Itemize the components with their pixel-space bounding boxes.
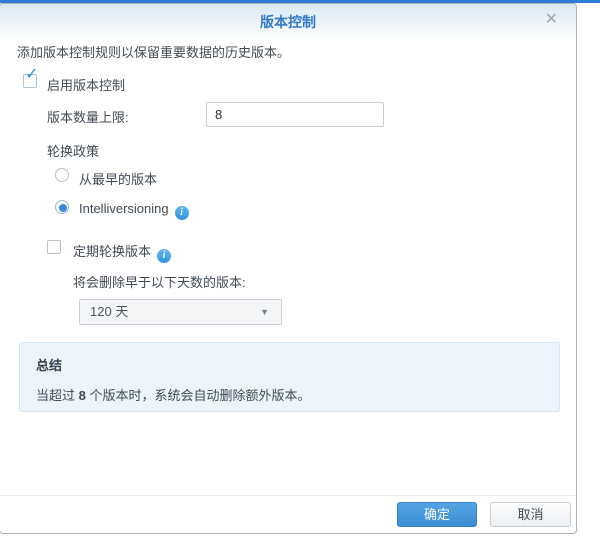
- version-control-dialog: 版本控制 ✕ 添加版本控制规则以保留重要数据的历史版本。 ✓ 启用版本控制 版本…: [0, 3, 577, 534]
- radio-selected-dot: [59, 204, 67, 212]
- chevron-down-icon: ▼: [260, 300, 269, 324]
- summary-text: 当超过 8 个版本时，系统会自动删除额外版本。: [36, 385, 543, 404]
- radio-intelliversioning-text: Intelliversioning: [79, 201, 169, 216]
- close-icon[interactable]: ✕: [545, 11, 558, 29]
- ok-button[interactable]: 确定: [397, 502, 477, 527]
- delete-older-label: 将会删除早于以下天数的版本:: [73, 272, 246, 291]
- page: 版本控制 ✕ 添加版本控制规则以保留重要数据的历史版本。 ✓ 启用版本控制 版本…: [0, 0, 600, 539]
- dialog-header: 版本控制 ✕: [0, 4, 576, 38]
- radio-earliest-version[interactable]: [55, 168, 69, 182]
- summary-text-count: 8: [79, 388, 86, 403]
- summary-text-prefix: 当超过: [36, 388, 79, 403]
- info-icon[interactable]: i: [157, 249, 171, 263]
- scheduled-rotation-checkbox[interactable]: [47, 240, 61, 254]
- days-dropdown[interactable]: 120 天 ▼: [79, 299, 282, 325]
- rotation-policy-label: 轮换政策: [47, 141, 99, 160]
- radio-earliest-version-label: 从最早的版本: [79, 169, 157, 188]
- top-accent-bar: [0, 0, 600, 3]
- scheduled-rotation-text: 定期轮换版本: [73, 244, 151, 259]
- cancel-button[interactable]: 取消: [490, 502, 571, 527]
- check-icon: ✓: [25, 67, 38, 83]
- scheduled-rotation-label: 定期轮换版本 i: [73, 241, 171, 263]
- summary-title: 总结: [36, 355, 543, 374]
- dialog-title: 版本控制: [0, 12, 576, 32]
- footer-divider: [0, 495, 576, 496]
- radio-intelliversioning[interactable]: [55, 200, 69, 214]
- radio-intelliversioning-label: Intelliversioning i: [79, 201, 189, 220]
- days-dropdown-value: 120 天: [90, 304, 128, 319]
- info-icon[interactable]: i: [175, 206, 189, 220]
- max-versions-label: 版本数量上限:: [47, 107, 129, 126]
- summary-text-suffix: 个版本时，系统会自动删除额外版本。: [86, 388, 311, 403]
- dialog-description: 添加版本控制规则以保留重要数据的历史版本。: [17, 42, 290, 61]
- enable-version-control-checkbox[interactable]: ✓: [23, 74, 37, 88]
- max-versions-input[interactable]: [206, 102, 384, 127]
- summary-box: 总结 当超过 8 个版本时，系统会自动删除额外版本。: [19, 342, 560, 412]
- enable-version-control-label: 启用版本控制: [47, 75, 125, 94]
